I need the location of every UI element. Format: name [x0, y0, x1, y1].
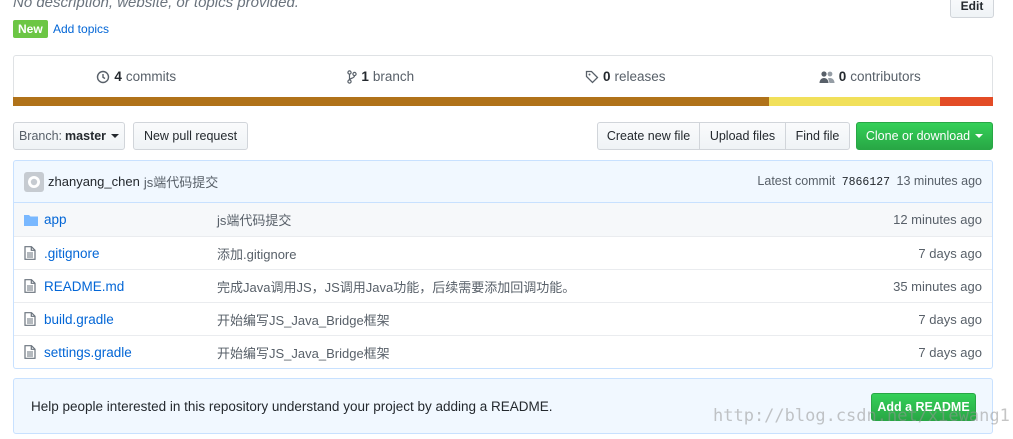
file-name-link[interactable]: app: [44, 212, 217, 227]
new-badge: New: [13, 20, 48, 38]
contributors-count: 0: [838, 69, 847, 84]
tag-icon: [585, 70, 599, 83]
latest-commit-bar: zhanyang_chen js端代码提交 Latest commit 7866…: [13, 160, 993, 203]
commit-message[interactable]: js端代码提交: [144, 172, 218, 191]
file-icon: [24, 279, 40, 293]
latest-commit-label: Latest commit: [757, 174, 836, 188]
create-new-file-button[interactable]: Create new file: [597, 122, 700, 150]
file-name-link[interactable]: settings.gradle: [44, 345, 217, 360]
folder-icon: [24, 214, 40, 226]
people-icon: [819, 70, 835, 83]
file-commit-message[interactable]: js端代码提交: [217, 210, 291, 229]
upload-files-button[interactable]: Upload files: [699, 122, 786, 150]
contributors-label: contributors: [850, 69, 921, 84]
file-row[interactable]: build.gradle 开始编写JS_Java_Bridge框架 7 days a…: [14, 302, 992, 335]
branch-select-button[interactable]: Branch: master: [13, 122, 125, 150]
file-row[interactable]: settings.gradle 开始编写JS_Java_Bridge框架 7 day…: [14, 335, 992, 368]
branch-count: 1: [361, 69, 369, 84]
file-name-link[interactable]: README.md: [44, 279, 217, 294]
file-commit-message[interactable]: 添加.gitignore: [217, 244, 296, 263]
releases-count: 0: [602, 69, 611, 84]
chevron-down-icon: [975, 134, 984, 138]
file-commit-message[interactable]: 完成Java调用JS，JS调用Java功能，后续需要添加回调功能。: [217, 277, 575, 296]
chevron-down-icon: [111, 134, 120, 138]
file-name-link[interactable]: build.gradle: [44, 312, 217, 327]
file-row[interactable]: app js端代码提交 12 minutes ago: [14, 203, 992, 236]
latest-commit-info: Latest commit 7866127 13 minutes ago: [757, 174, 982, 189]
repo-description: No description, website, or topics provi…: [13, 0, 299, 11]
releases-label: releases: [614, 69, 666, 84]
file-icon: [24, 312, 40, 326]
file-navigation: Branch: master New pull request Create n…: [13, 122, 993, 150]
branch-prefix: Branch:: [18, 129, 63, 143]
commits-count: 4: [114, 69, 122, 84]
file-list: app js端代码提交 12 minutes ago .gitignore 添加.git…: [13, 203, 993, 369]
language-segment[interactable]: [768, 97, 941, 106]
language-segment[interactable]: [940, 97, 993, 106]
language-segment[interactable]: [13, 97, 769, 106]
file-row[interactable]: README.md 完成Java调用JS，JS调用Java功能，后续需要添加回调功…: [14, 269, 992, 302]
readme-prompt-text: Help people interested in this repositor…: [31, 398, 553, 414]
file-commit-message[interactable]: 开始编写JS_Java_Bridge框架: [217, 310, 390, 329]
git-branch-icon: [347, 69, 358, 84]
file-row[interactable]: .gitignore 添加.gitignore 7 days ago: [14, 236, 992, 269]
file-age: 7 days ago: [918, 344, 982, 360]
clone-label: Clone or download: [865, 129, 971, 143]
branch-name: master: [65, 129, 107, 143]
commit-author[interactable]: zhanyang_chen: [48, 174, 140, 189]
watermark: http://blog.csdn.net/xiewang1: [713, 406, 1010, 426]
commits-label: commits: [125, 69, 177, 84]
commit-sha[interactable]: 7866127: [842, 176, 890, 189]
branch-label: branch: [372, 69, 415, 84]
file-age: 35 minutes ago: [893, 278, 982, 294]
file-age: 7 days ago: [918, 245, 982, 261]
history-icon: [97, 70, 110, 83]
file-name-link[interactable]: .gitignore: [44, 246, 217, 261]
file-icon: [24, 345, 40, 359]
new-pull-request-button[interactable]: New pull request: [133, 122, 248, 150]
avatar[interactable]: [24, 171, 44, 192]
commit-age: 13 minutes ago: [896, 174, 982, 188]
clone-or-download-button[interactable]: Clone or download: [856, 122, 993, 150]
file-commit-message[interactable]: 开始编写JS_Java_Bridge框架: [217, 343, 390, 362]
edit-button[interactable]: Edit: [950, 0, 994, 18]
file-age: 12 minutes ago: [893, 212, 982, 227]
file-icon: [24, 246, 40, 260]
file-age: 7 days ago: [918, 311, 982, 327]
language-bar[interactable]: [13, 97, 993, 106]
add-topics-link[interactable]: Add topics: [53, 22, 109, 36]
github-icon: [28, 175, 40, 188]
find-file-button[interactable]: Find file: [785, 122, 850, 150]
